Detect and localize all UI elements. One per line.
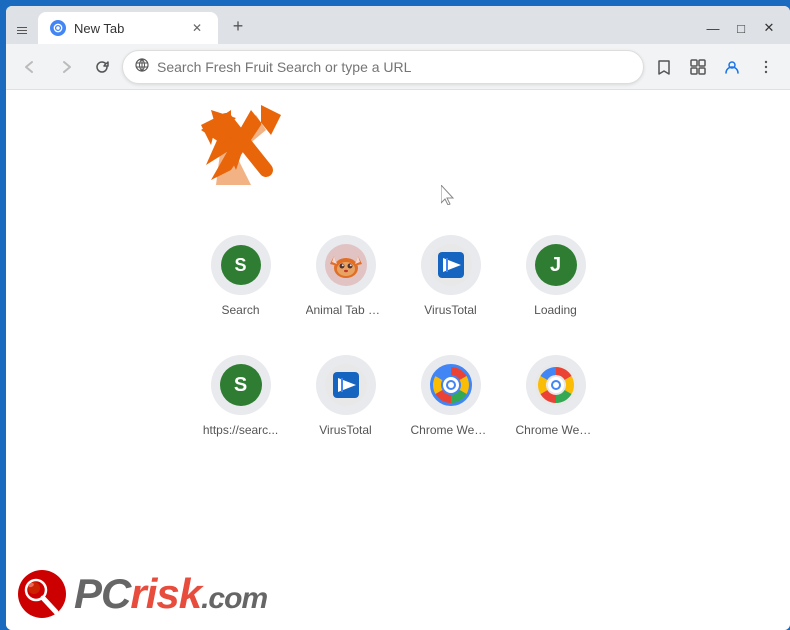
shortcut-chrome-web-1-icon — [421, 355, 481, 415]
shortcut-virustotal-2-icon — [316, 355, 376, 415]
shortcut-chrome-web-2-icon — [526, 355, 586, 415]
shortcut-chrome-web-1-label: Chrome Web... — [411, 423, 491, 437]
cursor — [441, 185, 457, 205]
pcrisk-text: PCrisk.com — [74, 570, 267, 618]
menu-button[interactable] — [750, 51, 782, 83]
shortcut-virustotal-1-icon — [421, 235, 481, 295]
shortcut-animal-tab-label: Animal Tab N... — [306, 303, 386, 317]
watermark: PCrisk.com — [16, 568, 267, 620]
nav-bar: Search Fresh Fruit Search or type a URL — [6, 44, 790, 90]
shortcut-virustotal-1-label: VirusTotal — [424, 303, 476, 317]
shortcut-search-label: Search — [221, 303, 259, 317]
main-content: S Search — [6, 90, 790, 630]
url-input[interactable]: Search Fresh Fruit Search or type a URL — [157, 59, 631, 75]
extensions-button[interactable] — [682, 51, 714, 83]
tab-bar-controls — [14, 22, 30, 44]
forward-button[interactable] — [50, 51, 82, 83]
profile-button[interactable] — [716, 51, 748, 83]
back-button[interactable] — [14, 51, 46, 83]
loading-j-icon: J — [535, 244, 577, 286]
pcrisk-logo-icon — [16, 568, 68, 620]
shortcut-https-search[interactable]: S https://searc... — [193, 345, 288, 455]
shortcut-virustotal-1[interactable]: VirusTotal — [403, 225, 498, 335]
tab-list-button[interactable] — [14, 22, 30, 38]
shortcut-chrome-web-1[interactable]: Chrome Web... — [403, 345, 498, 455]
shortcut-animal-tab[interactable]: Animal Tab N... — [298, 225, 393, 335]
shortcut-virustotal-2[interactable]: VirusTotal — [298, 345, 393, 455]
tab-title: New Tab — [74, 21, 180, 36]
browser-window: New Tab ✕ + — □ ✕ Search Fresh Fruit Sea… — [6, 6, 790, 630]
address-bar-icon — [135, 58, 149, 75]
domain-text: .com — [201, 582, 267, 615]
tab-bar: New Tab ✕ + — □ ✕ — [6, 6, 790, 44]
shortcut-animal-tab-icon — [316, 235, 376, 295]
reload-button[interactable] — [86, 51, 118, 83]
shortcut-search[interactable]: S Search — [193, 225, 288, 335]
address-bar[interactable]: Search Fresh Fruit Search or type a URL — [122, 50, 644, 84]
shortcuts-grid: S Search — [193, 225, 603, 455]
shortcut-https-search-label: https://searc... — [203, 423, 278, 437]
shortcut-https-search-icon: S — [211, 355, 271, 415]
new-tab-button[interactable]: + — [224, 12, 252, 40]
window-controls: — □ ✕ — [700, 18, 782, 44]
close-button[interactable]: ✕ — [756, 18, 782, 38]
https-s-icon: S — [220, 364, 262, 406]
pc-text: PC — [74, 570, 130, 617]
maximize-button[interactable]: □ — [728, 18, 754, 38]
shortcut-loading-icon: J — [526, 235, 586, 295]
shortcut-search-icon: S — [211, 235, 271, 295]
shortcut-chrome-web-2[interactable]: Chrome Web... — [508, 345, 603, 455]
bookmark-button[interactable] — [648, 51, 680, 83]
shortcut-loading-label: Loading — [534, 303, 577, 317]
shortcut-chrome-web-2-label: Chrome Web... — [516, 423, 596, 437]
nav-actions — [648, 51, 782, 83]
arrow-annotation — [196, 100, 276, 180]
shortcut-virustotal-2-label: VirusTotal — [319, 423, 371, 437]
shortcut-loading[interactable]: J Loading — [508, 225, 603, 335]
tab-close-button[interactable]: ✕ — [188, 19, 206, 37]
active-tab[interactable]: New Tab ✕ — [38, 12, 218, 44]
minimize-button[interactable]: — — [700, 18, 726, 38]
search-s-icon: S — [221, 245, 261, 285]
risk-text: risk — [130, 570, 201, 617]
tab-favicon — [50, 20, 66, 36]
